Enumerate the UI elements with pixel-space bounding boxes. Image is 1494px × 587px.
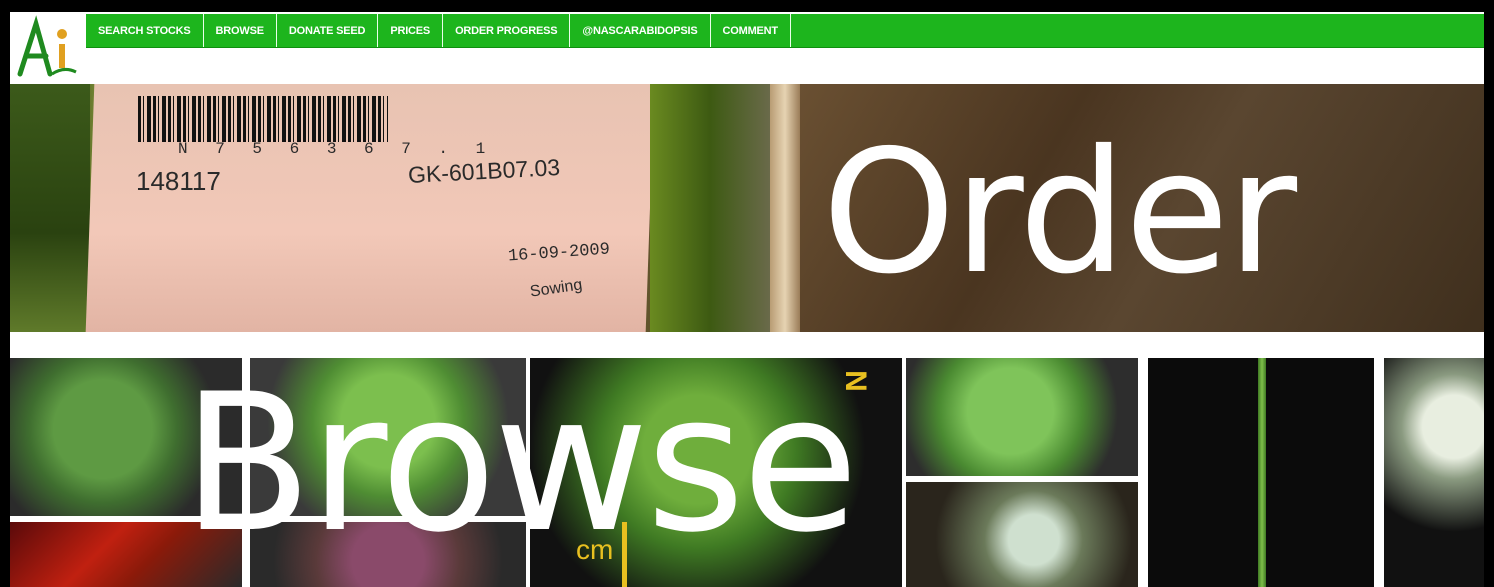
main-nav: SEARCH STOCKS BROWSE DONATE SEED PRICES … <box>86 14 1484 48</box>
order-banner[interactable]: N 7 5 6 3 6 7 . 1 148117 GK-601B07.03 16… <box>10 84 1484 332</box>
plant-tile-4 <box>906 358 1138 476</box>
plant-photo-mid <box>650 84 770 332</box>
nav-comment[interactable]: COMMENT <box>711 14 791 47</box>
browse-title[interactable]: Browse <box>182 364 859 564</box>
barcode-image <box>138 96 388 142</box>
nav-browse[interactable]: BROWSE <box>204 14 277 47</box>
nav-order-progress[interactable]: ORDER PROGRESS <box>443 14 571 47</box>
nav-nascarabidopsis[interactable]: @NASCARABIDOPSIS <box>570 14 711 47</box>
browse-banner[interactable]: N cm Browse <box>10 358 1484 587</box>
plant-tile-5 <box>906 482 1138 587</box>
order-title[interactable]: Order <box>822 128 1297 298</box>
header: SEARCH STOCKS BROWSE DONATE SEED PRICES … <box>10 12 1484 84</box>
plant-tile-7 <box>1384 358 1484 587</box>
site-logo[interactable] <box>14 14 82 80</box>
glass-edge <box>770 84 800 332</box>
nav-donate-seed[interactable]: DONATE SEED <box>277 14 379 47</box>
barcode-number: N 7 5 6 3 6 7 . 1 <box>178 140 495 158</box>
nav-search-stocks[interactable]: SEARCH STOCKS <box>86 14 204 47</box>
plant-stem <box>1258 358 1266 587</box>
ai-logo-icon <box>17 15 77 77</box>
plant-photo-left <box>10 84 90 332</box>
banner-divider <box>10 332 1484 358</box>
nav-prices[interactable]: PRICES <box>378 14 444 47</box>
stock-number: 148117 <box>136 166 221 196</box>
